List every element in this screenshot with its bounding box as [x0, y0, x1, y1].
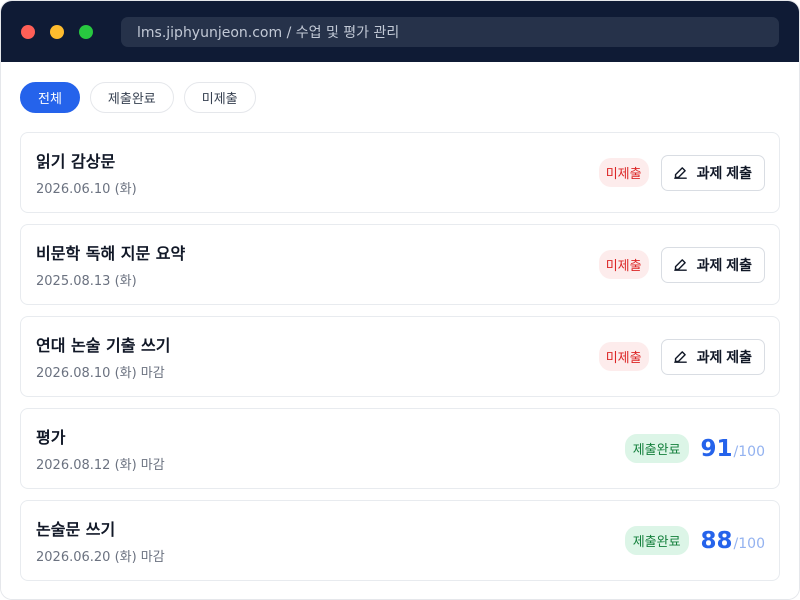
assignment-date: 2025.08.13 (화)	[36, 274, 137, 289]
filter-all[interactable]: 전체	[20, 82, 80, 113]
assignment-info: 읽기 감상문 2026.06.10 (화)	[36, 148, 137, 197]
status-badge: 제출완료	[624, 526, 689, 555]
assignment-info: 비문학 독해 지문 요약 2025.08.13 (화)	[36, 240, 185, 289]
edit-pencil-icon	[673, 259, 687, 271]
score-value: 91	[700, 435, 733, 462]
assignment-date: 2026.08.12 (화) 마감	[36, 458, 165, 473]
assignment-actions: 미제출 과제 제출	[598, 246, 765, 283]
address-bar[interactable]: lms.jiphyunjeon.com / 수업 및 평가 관리	[121, 16, 779, 47]
browser-window: lms.jiphyunjeon.com / 수업 및 평가 관리 전체 제출완료…	[0, 0, 800, 600]
assignment-actions: 제출완료 88 /100	[624, 526, 765, 555]
address-bar-text: lms.jiphyunjeon.com / 수업 및 평가 관리	[137, 24, 400, 41]
main-content: 전체 제출완료 미제출 읽기 감상문 2026.06.10 (화) 미제출 과제…	[1, 62, 799, 599]
assignment-date: 2026.06.10 (화)	[36, 182, 137, 197]
edit-pencil-icon	[673, 351, 687, 363]
status-badge: 미제출	[598, 250, 649, 279]
minimize-window-button[interactable]	[50, 24, 64, 39]
assignment-card: 논술문 쓰기 2026.06.20 (화) 마감 제출완료 88 /100	[20, 500, 780, 581]
assignment-date: 2026.08.10 (화) 마감	[36, 366, 165, 381]
assignment-title: 연대 논술 기출 쓰기	[36, 336, 171, 355]
edit-pencil-icon	[673, 167, 687, 179]
assignment-actions: 미제출 과제 제출	[598, 338, 765, 375]
window-controls	[21, 24, 93, 39]
assignment-title: 논술문 쓰기	[36, 520, 116, 539]
filter-tabs: 전체 제출완료 미제출	[20, 82, 780, 113]
score-display: 88 /100	[701, 528, 765, 554]
filter-submitted[interactable]: 제출완료	[89, 82, 174, 113]
submit-assignment-button[interactable]: 과제 제출	[660, 154, 765, 191]
assignment-card: 연대 논술 기출 쓰기 2026.08.10 (화) 마감 미제출 과제 제출	[20, 316, 780, 397]
assignment-card: 읽기 감상문 2026.06.10 (화) 미제출 과제 제출	[20, 132, 780, 213]
status-badge: 미제출	[598, 158, 649, 187]
assignment-title: 비문학 독해 지문 요약	[36, 244, 186, 263]
score-value: 88	[700, 527, 733, 554]
submit-assignment-button[interactable]: 과제 제출	[660, 246, 765, 283]
close-window-button[interactable]	[21, 24, 35, 39]
maximize-window-button[interactable]	[79, 24, 93, 39]
status-badge: 제출완료	[624, 434, 689, 463]
assignment-date: 2026.06.20 (화) 마감	[36, 550, 165, 565]
score-display: 91 /100	[701, 436, 765, 462]
submit-button-label: 과제 제출	[696, 164, 752, 181]
assignment-info: 평가 2026.08.12 (화) 마감	[36, 424, 165, 473]
assignment-title: 읽기 감상문	[36, 152, 116, 171]
score-max: /100	[733, 443, 765, 460]
submit-button-label: 과제 제출	[696, 348, 752, 365]
assignment-card: 비문학 독해 지문 요약 2025.08.13 (화) 미제출 과제 제출	[20, 224, 780, 305]
assignment-card: 평가 2026.08.12 (화) 마감 제출완료 91 /100	[20, 408, 780, 489]
assignment-info: 연대 논술 기출 쓰기 2026.08.10 (화) 마감	[36, 332, 170, 381]
submit-button-label: 과제 제출	[696, 256, 752, 273]
title-bar: lms.jiphyunjeon.com / 수업 및 평가 관리	[1, 1, 799, 62]
assignment-actions: 제출완료 91 /100	[624, 434, 765, 463]
assignment-actions: 미제출 과제 제출	[598, 154, 765, 191]
assignment-list: 읽기 감상문 2026.06.10 (화) 미제출 과제 제출 비문학 독해 지…	[20, 132, 780, 581]
score-max: /100	[733, 535, 765, 552]
assignment-info: 논술문 쓰기 2026.06.20 (화) 마감	[36, 516, 165, 565]
filter-unsubmitted[interactable]: 미제출	[183, 82, 256, 113]
assignment-title: 평가	[36, 428, 66, 447]
submit-assignment-button[interactable]: 과제 제출	[660, 338, 765, 375]
status-badge: 미제출	[598, 342, 649, 371]
